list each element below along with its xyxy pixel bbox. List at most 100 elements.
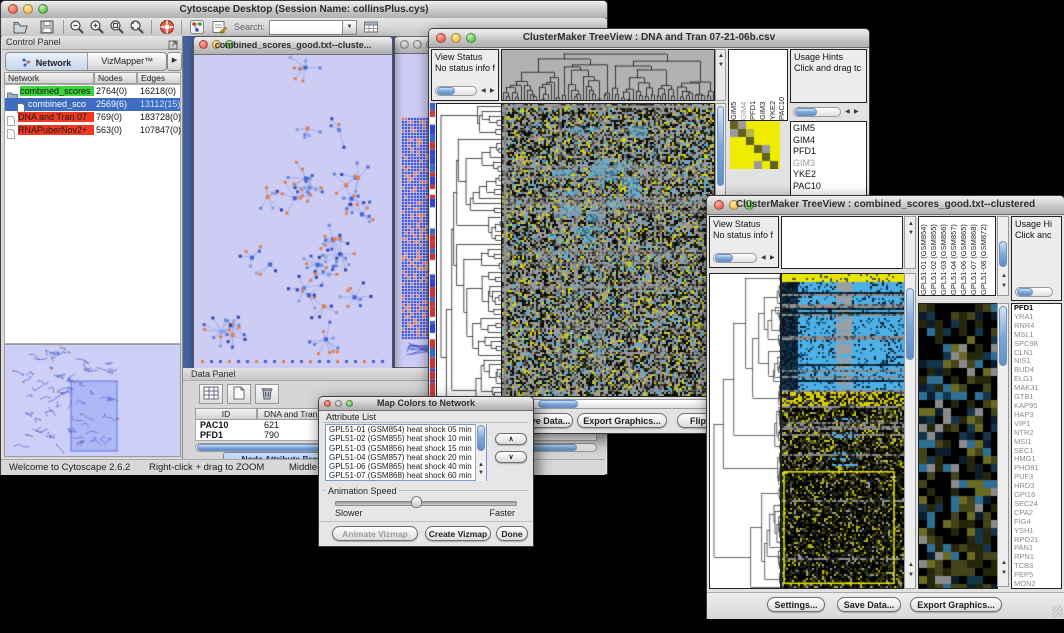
- scroll-thumb[interactable]: [906, 288, 914, 360]
- tv2-hints-scrollbar[interactable]: [1015, 287, 1053, 297]
- scroll-up-arrow[interactable]: ▲: [478, 462, 484, 468]
- animation-slider-track[interactable]: [335, 501, 517, 506]
- done-button[interactable]: Done: [496, 526, 528, 541]
- scroll-down-arrow[interactable]: ▼: [908, 230, 914, 236]
- scroll-up-arrow[interactable]: ▲: [1001, 273, 1007, 279]
- tab-overflow-arrow[interactable]: ▶: [167, 52, 182, 71]
- scroll-down-arrow[interactable]: ▼: [1001, 283, 1007, 289]
- scroll-thumb[interactable]: [715, 254, 733, 262]
- gene-label[interactable]: YKE2: [791, 169, 866, 181]
- scroll-up-arrow[interactable]: ▲: [718, 53, 724, 59]
- close-button[interactable]: [400, 40, 409, 49]
- attribute-table-icon[interactable]: [199, 384, 223, 404]
- attribute-item[interactable]: GPL51-07 (GSM868) heat shock 60 min: [326, 471, 486, 480]
- export-graphics-button[interactable]: Export Graphics...: [577, 413, 667, 428]
- animation-slider-thumb[interactable]: [411, 496, 422, 508]
- animate-vizmap-button[interactable]: Animate Vizmap: [332, 526, 418, 541]
- scroll-thumb[interactable]: [717, 106, 724, 186]
- move-up-button[interactable]: ∧: [495, 433, 527, 445]
- move-down-button[interactable]: ∨: [495, 451, 527, 463]
- data-row-value[interactable]: 621: [264, 420, 279, 430]
- tv2-collabel-scrollbar[interactable]: ▲ ▼: [997, 216, 1009, 296]
- col-header-network[interactable]: Network: [4, 72, 94, 84]
- network-window-1[interactable]: combined_scores_good.txt--cluste...: [193, 36, 393, 370]
- data-row-id[interactable]: PFD1: [200, 430, 223, 440]
- attribute-item[interactable]: GPL51-04 (GSM857) heat shock 20 min: [326, 453, 486, 462]
- new-attribute-icon[interactable]: [227, 384, 251, 404]
- tv2-vscrollbar[interactable]: ▲ ▼: [904, 273, 916, 589]
- network-canvas[interactable]: [195, 55, 389, 367]
- tv1-hints-scrollbar[interactable]: [793, 107, 841, 117]
- tv2-mini-scroll[interactable]: ▲ ▼: [904, 216, 916, 269]
- attribute-item[interactable]: GPL51-02 (GSM855) heat shock 10 min: [326, 434, 486, 443]
- data-row-value[interactable]: 790: [264, 430, 279, 440]
- scroll-thumb[interactable]: [999, 241, 1007, 267]
- scroll-left-arrow[interactable]: ◀: [481, 88, 486, 94]
- tv2-row-dendrogram[interactable]: [709, 273, 781, 589]
- gene-label[interactable]: GIM3: [791, 158, 866, 170]
- tv1-column-dendrogram[interactable]: [501, 49, 715, 101]
- gene-label[interactable]: GIM5: [791, 123, 866, 135]
- scroll-right-arrow[interactable]: ▶: [854, 109, 859, 115]
- attribute-scrollbar[interactable]: ▲ ▼: [475, 424, 486, 481]
- attribute-item[interactable]: GPL51-06 (GSM865) heat shock 40 min: [326, 462, 486, 471]
- gene-label[interactable]: GIM4: [791, 135, 866, 147]
- create-vizmap-button[interactable]: Create Vizmap: [425, 526, 491, 541]
- export-graphics-button[interactable]: Export Graphics...: [910, 597, 1002, 612]
- search-dropdown-arrow[interactable]: ▼: [342, 20, 357, 35]
- birdseye-view[interactable]: [4, 344, 181, 457]
- scroll-thumb[interactable]: [1017, 288, 1033, 296]
- save-data-button[interactable]: Save Data...: [837, 597, 901, 612]
- tv2-usage-hints-panel: Usage Hi Click anc: [1011, 216, 1062, 301]
- scroll-down-arrow[interactable]: ▼: [478, 470, 484, 476]
- attribute-item[interactable]: GPL51-03 (GSM856) heat shock 15 min: [326, 444, 486, 453]
- scroll-thumb[interactable]: [538, 400, 578, 408]
- scroll-up-arrow[interactable]: ▲: [908, 562, 914, 568]
- resize-grip[interactable]: [1052, 606, 1063, 617]
- network-row[interactable]: combined_scores 2764(0) 16218(0): [5, 85, 180, 98]
- tv2-column-dendrogram-area[interactable]: [781, 216, 903, 269]
- scroll-up-arrow[interactable]: ▲: [908, 221, 914, 227]
- tab-network[interactable]: Network: [6, 53, 88, 70]
- tv2-status-scrollbar[interactable]: [713, 253, 757, 263]
- gene-label[interactable]: PFD1: [791, 146, 866, 158]
- scroll-thumb[interactable]: [795, 108, 817, 116]
- network-row-selected[interactable]: combined_sco 2569(6) 13112(15): [5, 98, 180, 111]
- scroll-thumb[interactable]: [437, 87, 455, 95]
- tv1-status-scrollbar[interactable]: [435, 86, 477, 96]
- scroll-down-arrow[interactable]: ▼: [908, 572, 914, 578]
- scroll-right-arrow[interactable]: ▶: [770, 255, 775, 261]
- scroll-up-arrow[interactable]: ▲: [1001, 560, 1007, 566]
- scroll-thumb[interactable]: [999, 306, 1007, 366]
- scroll-left-arrow[interactable]: ◀: [761, 255, 766, 261]
- search-input[interactable]: [269, 20, 343, 35]
- scroll-right-arrow[interactable]: ▶: [490, 88, 495, 94]
- scroll-left-arrow[interactable]: ◀: [845, 109, 850, 115]
- tv1-mini-scroll[interactable]: ▲ ▼: [715, 49, 726, 101]
- col-header-edges[interactable]: Edges: [137, 72, 181, 84]
- scroll-thumb[interactable]: [477, 425, 485, 451]
- usage-hints-title: Usage Hints: [791, 50, 866, 63]
- network-row[interactable]: RNAPuberNov2+ 563(0) 107847(0): [5, 124, 180, 137]
- scroll-down-arrow[interactable]: ▼: [718, 62, 724, 68]
- col-header-nodes[interactable]: Nodes: [94, 72, 137, 84]
- main-titlebar[interactable]: Cytoscape Desktop (Session Name: collins…: [1, 1, 607, 19]
- minimize-button[interactable]: [413, 40, 422, 49]
- tv1-heatmap[interactable]: [501, 103, 715, 397]
- scroll-down-arrow[interactable]: ▼: [1001, 570, 1007, 576]
- attribute-item[interactable]: GPL51-01 (GSM854) heat shock 05 min: [326, 425, 486, 434]
- delete-attribute-trash-icon[interactable]: [255, 384, 279, 404]
- attribute-listbox[interactable]: GPL51-01 (GSM854) heat shock 05 minGPL51…: [325, 424, 487, 481]
- tv2-zoom-panel[interactable]: [918, 303, 998, 589]
- gene-label[interactable]: MON2: [1012, 580, 1061, 589]
- tv1-summary-heatmap[interactable]: [730, 121, 780, 169]
- tab-vizmapper[interactable]: VizMapper™: [88, 53, 166, 70]
- data-row-id[interactable]: PAC10: [200, 420, 228, 430]
- gene-label[interactable]: PAC10: [791, 181, 866, 193]
- tv2-zoom-scrollbar[interactable]: ▲ ▼: [997, 303, 1009, 587]
- tv1-row-dendrogram[interactable]: [436, 103, 502, 409]
- settings-button[interactable]: Settings...: [767, 597, 825, 612]
- network-row[interactable]: DNA and Tran 07 769(0) 183728(0): [5, 111, 180, 124]
- tv2-heatmap[interactable]: [781, 273, 905, 589]
- data-col-id[interactable]: ID: [195, 408, 257, 420]
